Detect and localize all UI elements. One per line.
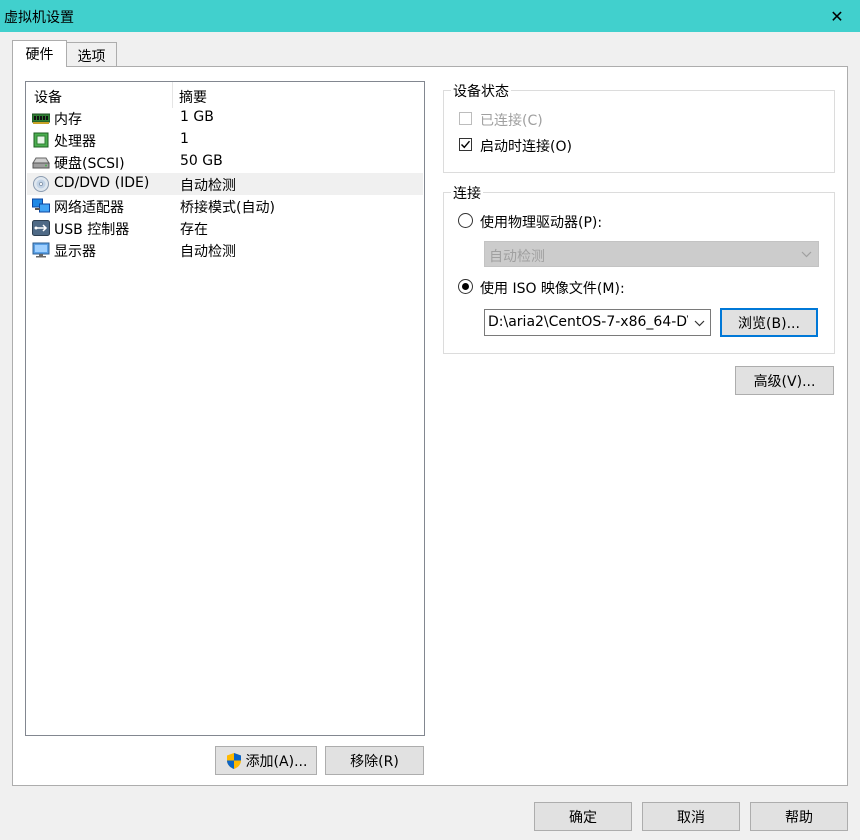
chevron-down-icon: [801, 251, 812, 258]
tab-options-label: 选项: [77, 49, 106, 65]
device-name: 显示器: [54, 244, 96, 260]
advanced-button-label: 高级(V)...: [753, 373, 816, 390]
iso-path-combobox[interactable]: D:\aria2\CentOS-7-x86_64-DV: [484, 309, 711, 336]
column-summary[interactable]: 摘要: [179, 87, 207, 107]
browse-button-label: 浏览(B)...: [738, 315, 800, 332]
connected-checkbox[interactable]: [459, 112, 472, 125]
device-name: CD/DVD (IDE): [54, 175, 150, 191]
cancel-button[interactable]: 取消: [642, 802, 740, 831]
device-name: 内存: [54, 112, 82, 128]
physical-drive-radio[interactable]: [458, 213, 473, 228]
chevron-down-icon: [694, 320, 705, 327]
check-icon: [461, 140, 471, 149]
help-button[interactable]: 帮助: [750, 802, 848, 831]
cancel-button-label: 取消: [677, 809, 705, 826]
tab-hardware[interactable]: 硬件: [12, 40, 67, 67]
device-status-group: [443, 90, 835, 173]
device-name: 处理器: [54, 134, 96, 150]
list-item-display[interactable]: 显示器 自动检测: [27, 239, 423, 261]
device-status-label: 设备状态: [451, 81, 511, 101]
device-list[interactable]: 设备 摘要 内存 1 GB 处理器 1 硬盘(SCSI) 50 GB CD/DV…: [25, 81, 425, 736]
shield-icon: [226, 752, 241, 769]
list-item-hard-disk[interactable]: 硬盘(SCSI) 50 GB: [27, 151, 423, 173]
list-item-cd-dvd[interactable]: CD/DVD (IDE) 自动检测: [27, 173, 423, 195]
memory-icon: [32, 113, 50, 124]
device-summary: 1: [180, 131, 189, 147]
usb-icon: [32, 220, 50, 236]
close-icon: ✕: [830, 6, 844, 26]
ok-button-label: 确定: [569, 809, 597, 826]
list-item-processor[interactable]: 处理器 1: [27, 129, 423, 151]
device-summary: 自动检测: [180, 178, 236, 194]
device-list-header: 设备 摘要: [26, 82, 424, 108]
tab-options[interactable]: 选项: [66, 42, 117, 66]
add-button-label: 添加(A)...: [245, 753, 308, 770]
physical-drive-value: 自动检测: [489, 249, 545, 265]
network-adapter-icon: [32, 198, 50, 213]
device-summary: 桥接模式(自动): [180, 200, 275, 216]
title-bar: 虚拟机设置 ✕: [0, 0, 860, 32]
physical-drive-select[interactable]: 自动检测: [484, 241, 819, 267]
device-summary: 50 GB: [180, 153, 223, 169]
device-name: 硬盘(SCSI): [54, 156, 125, 172]
cd-dvd-icon: [33, 176, 49, 192]
column-divider[interactable]: [172, 82, 173, 108]
device-summary: 1 GB: [180, 109, 214, 125]
connect-at-power-on-checkbox[interactable]: [459, 138, 472, 151]
connected-label: 已连接(C): [480, 113, 543, 129]
radio-selected-dot: [462, 283, 469, 290]
list-item-network-adapter[interactable]: 网络适配器 桥接模式(自动): [27, 195, 423, 217]
ok-button[interactable]: 确定: [534, 802, 632, 831]
remove-button-label: 移除(R): [350, 753, 399, 770]
browse-button[interactable]: 浏览(B)...: [720, 308, 818, 337]
iso-image-radio[interactable]: [458, 279, 473, 294]
connection-label: 连接: [451, 183, 483, 203]
column-device[interactable]: 设备: [34, 87, 62, 107]
window-title: 虚拟机设置: [4, 10, 74, 26]
tab-hardware-label: 硬件: [25, 47, 54, 63]
display-icon: [32, 242, 50, 258]
iso-image-label: 使用 ISO 映像文件(M):: [480, 281, 625, 297]
device-summary: 存在: [180, 222, 208, 238]
iso-path-value: D:\aria2\CentOS-7-x86_64-DV: [488, 314, 688, 330]
physical-drive-label: 使用物理驱动器(P):: [480, 215, 603, 231]
device-name: USB 控制器: [54, 222, 130, 238]
remove-button[interactable]: 移除(R): [325, 746, 424, 775]
list-item-memory[interactable]: 内存 1 GB: [27, 107, 423, 129]
close-button[interactable]: ✕: [814, 0, 860, 32]
list-item-usb[interactable]: USB 控制器 存在: [27, 217, 423, 239]
help-button-label: 帮助: [785, 809, 813, 826]
device-summary: 自动检测: [180, 244, 236, 260]
hard-disk-icon: [32, 157, 50, 169]
add-button[interactable]: 添加(A)...: [215, 746, 317, 775]
processor-icon: [33, 132, 49, 148]
advanced-button[interactable]: 高级(V)...: [735, 366, 834, 395]
connect-at-power-on-label: 启动时连接(O): [480, 139, 572, 155]
device-name: 网络适配器: [54, 200, 124, 216]
